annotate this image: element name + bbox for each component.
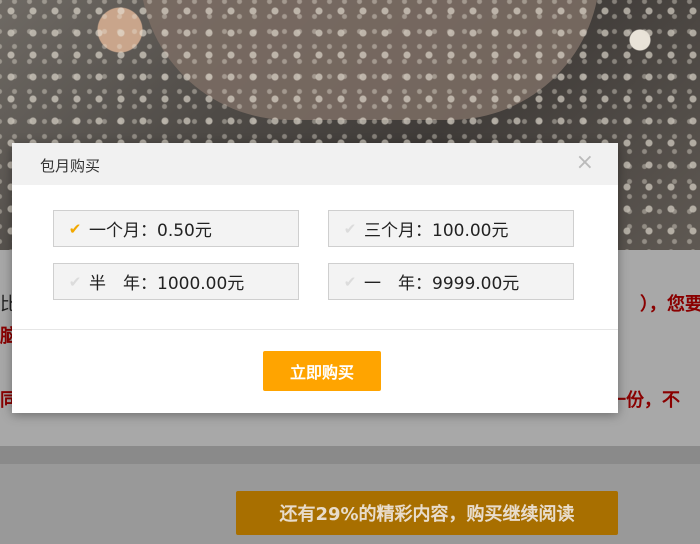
check-icon: ✔ [68,272,82,291]
dialog-divider [12,329,618,330]
monthly-purchase-dialog: 包月购买 × ✔ 一个月：0.50元 ✔ 三个月：100.00元 ✔ 半 年：1… [12,143,618,413]
plan-option-1-month[interactable]: ✔ 一个月：0.50元 [53,210,299,247]
buy-now-button[interactable]: 立即购买 [263,351,381,391]
plan-option-label: 一 年：9999.00元 [364,274,520,294]
plan-option-label: 半 年：1000.00元 [89,274,245,294]
plan-option-label: 一个月：0.50元 [89,221,212,241]
check-icon: ✔ [343,219,357,238]
check-icon: ✔ [68,219,82,238]
plan-option-half-year[interactable]: ✔ 半 年：1000.00元 [53,263,299,300]
close-icon[interactable]: × [576,151,594,175]
plan-option-1-year[interactable]: ✔ 一 年：9999.00元 [328,263,574,300]
dialog-title: 包月购买 [40,157,101,175]
plan-option-3-months[interactable]: ✔ 三个月：100.00元 [328,210,574,247]
plan-option-label: 三个月：100.00元 [364,221,509,241]
check-icon: ✔ [343,272,357,291]
dialog-header: 包月购买 × [12,143,618,185]
